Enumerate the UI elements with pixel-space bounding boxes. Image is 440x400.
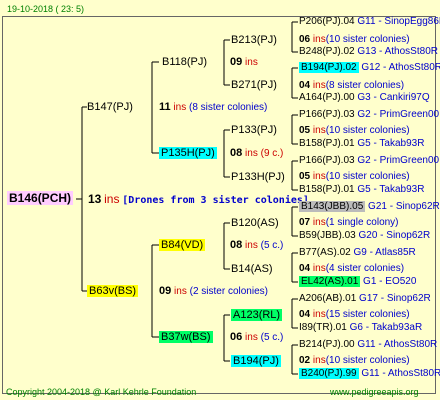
gen3-node[interactable]: B213(PJ) [231, 34, 277, 47]
gen4-node[interactable]: B194(PJ).02 G12 - AthosSt80R [299, 62, 440, 74]
gen4-node[interactable]: P166(PJ).03 G2 - PrimGreen00 [299, 155, 439, 167]
gen4-node[interactable]: A164(PJ).00 G3 - Cankiri97Q [299, 92, 430, 104]
gen3-ins: 04 ins(4 sister colonies) [299, 263, 405, 274]
gen1-ins: 11 ins (8 sister colonies) [159, 101, 268, 113]
gen4-node[interactable]: B59(JBB).03 G20 - Sinop62R [299, 230, 430, 242]
gen4-node[interactable]: B240(PJ).99 G11 - AthosSt80R [299, 368, 440, 380]
gen4-node[interactable]: B158(PJ).01 G5 - Takab93R [299, 138, 424, 150]
gen3-ins: 05 ins(10 sister colonies) [299, 125, 410, 136]
gen2-node[interactable]: B37w(BS) [159, 331, 213, 344]
site-link[interactable]: www.pedigreeapis.org [330, 386, 419, 398]
gen2-ins: 08 ins (5 c.) [230, 239, 284, 251]
gen4-node[interactable]: I89(TR).01 G6 - Takab93aR [299, 322, 422, 334]
gen3-ins: 05 ins(10 sister colonies) [299, 171, 410, 182]
gen4-node[interactable]: EL42(AS).01 G1 - EO520 [299, 276, 416, 288]
gen3-node[interactable]: B120(AS) [231, 217, 279, 230]
gen4-node[interactable]: B248(PJ).02 G13 - AthosSt80R [299, 46, 438, 58]
gen3-node[interactable]: B14(AS) [231, 263, 273, 276]
gen4-node[interactable]: P166(PJ).03 G2 - PrimGreen00 [299, 109, 439, 121]
root-ins: 13 ins [Drones from 3 sister colonies] [88, 192, 309, 206]
copyright: Copyright 2004-2018 @ Karl Kehrle Founda… [6, 387, 197, 397]
drones-note: [Drones from 3 sister colonies] [122, 195, 309, 206]
gen3-node[interactable]: B194(PJ) [231, 355, 281, 368]
pedigree-tree: 19-10-2018 ( 23: 5) B146(PCH) 13 ins [Dr… [0, 0, 440, 400]
gen2-ins: 08 ins (9 c.) [230, 147, 284, 159]
gen3-node[interactable]: A123(RL) [231, 309, 283, 322]
gen2-node[interactable]: B84(VD) [159, 239, 206, 252]
gen4-node[interactable]: P206(PJ).04 G11 - SinopEgg86R [299, 16, 440, 28]
gen4-node[interactable]: B143(JBB).05 G21 - Sinop62R [299, 201, 440, 213]
gen4-node[interactable]: A206(AB).01 G17 - Sinop62R [299, 293, 431, 305]
gen3-ins: 04 ins(8 sister colonies) [299, 80, 405, 91]
gen3-node[interactable]: B271(PJ) [231, 79, 277, 92]
gen3-ins: 02 ins(10 sister colonies) [299, 355, 410, 366]
gen1-node[interactable]: B147(PJ) [87, 101, 133, 114]
gen3-node[interactable]: P133H(PJ) [231, 171, 285, 184]
gen1-ins: 09 ins (2 sister colonies) [159, 285, 268, 297]
gen2-ins: 09 ins [230, 56, 258, 68]
gen3-ins: 06 ins(10 sister colonies) [299, 34, 410, 45]
gen2-node[interactable]: B118(PJ) [162, 56, 207, 69]
root-node[interactable]: B146(PCH) [7, 191, 74, 205]
gen2-ins: 06 ins (5 c.) [230, 331, 284, 343]
gen4-node[interactable]: B158(PJ).01 G5 - Takab93R [299, 184, 424, 196]
gen4-node[interactable]: B214(PJ).00 G11 - AthosSt80R [299, 339, 437, 351]
gen2-node[interactable]: P135H(PJ) [159, 147, 217, 160]
root-label: B146(PCH) [7, 191, 74, 205]
gen3-node[interactable]: P133(PJ) [231, 124, 277, 137]
gen4-node[interactable]: B77(AS).02 G9 - Atlas85R [299, 247, 416, 259]
gen1-node[interactable]: B63v(BS) [87, 285, 139, 298]
gen3-ins: 07 ins(1 single colony) [299, 217, 399, 228]
gen3-ins: 04 ins(15 sister colonies) [299, 309, 410, 320]
report-date: 19-10-2018 ( 23: 5) [7, 4, 85, 14]
